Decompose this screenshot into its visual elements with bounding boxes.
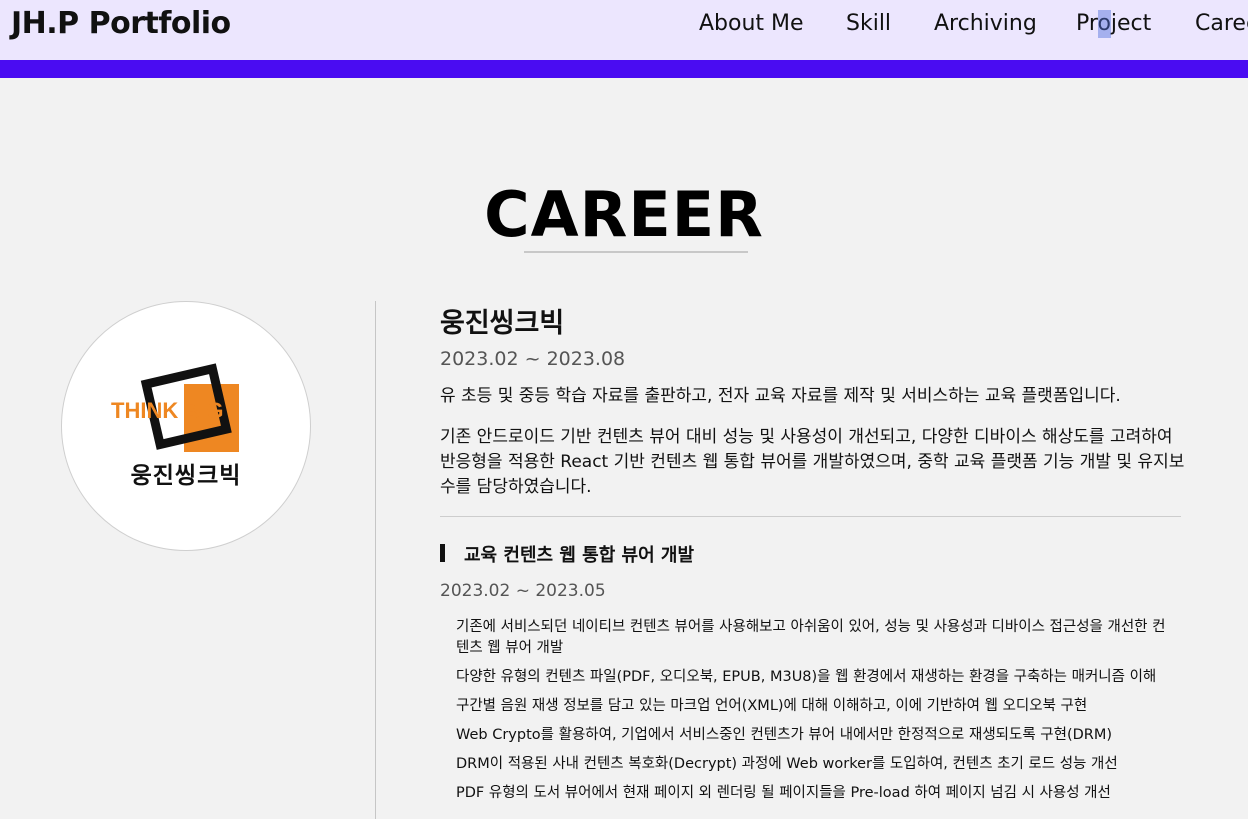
company-description: 유 초등 및 중등 학습 자료를 출판하고, 전자 교육 자료를 제작 및 서비… bbox=[440, 386, 1121, 406]
section-title-underline bbox=[524, 251, 748, 253]
list-item: Web Crypto를 활용하여, 기업에서 서비스중인 컨텐츠가 뷰어 내에서… bbox=[456, 727, 1113, 743]
main-nav: About Me Skill Archiving Project Caree bbox=[0, 11, 1248, 41]
think-big-logo-icon: THINK BIG bbox=[111, 363, 239, 452]
nav-link-archiving[interactable]: Archiving bbox=[934, 11, 1037, 36]
section-title: CAREER bbox=[484, 178, 764, 251]
employment-period: 2023.02 ~ 2023.08 bbox=[440, 348, 626, 370]
company-name: 웅진씽크빅 bbox=[440, 308, 565, 339]
list-item: 구간별 음원 재생 정보를 담고 있는 마크업 언어(XML)에 대해 이해하고… bbox=[456, 698, 1088, 714]
list-item: PDF 유형의 도서 뷰어에서 현재 페이지 외 렌더링 될 페이지들을 Pre… bbox=[456, 785, 1111, 801]
role-description: 기존 안드로이드 기반 컨텐츠 뷰어 대비 성능 및 사용성이 개선되고, 다양… bbox=[440, 427, 1185, 497]
timeline-divider bbox=[375, 301, 376, 819]
header-accent-bar bbox=[0, 60, 1248, 78]
nav-link-career[interactable]: Caree bbox=[1195, 11, 1248, 36]
section-divider bbox=[440, 516, 1181, 517]
nav-link-skill[interactable]: Skill bbox=[846, 11, 891, 36]
text-cursor-highlight bbox=[1098, 10, 1111, 38]
logo-caption: 웅진씽크빅 bbox=[130, 463, 242, 489]
project-title: 교육 컨텐츠 웹 통합 뷰어 개발 bbox=[464, 545, 695, 566]
nav-link-project[interactable]: Project bbox=[1076, 11, 1151, 36]
project-period: 2023.02 ~ 2023.05 bbox=[440, 581, 606, 601]
top-navigation-bar: JH.P Portfolio About Me Skill Archiving … bbox=[0, 0, 1248, 60]
project-task-list: 기존에 서비스되던 네이티브 컨텐츠 뷰어를 사용해보고 아쉬움이 있어, 성능… bbox=[456, 617, 1176, 812]
nav-link-about-me[interactable]: About Me bbox=[699, 11, 804, 36]
list-item: 기존에 서비스되던 네이티브 컨텐츠 뷰어를 사용해보고 아쉬움이 있어, 성능… bbox=[456, 619, 1166, 656]
list-item: DRM이 적용된 사내 컨텐츠 복호화(Decrypt) 과정에 Web wor… bbox=[456, 756, 1118, 772]
logo-wordmark: THINK BIG bbox=[111, 398, 223, 423]
project-title-marker bbox=[440, 544, 445, 562]
list-item: 다양한 유형의 컨텐츠 파일(PDF, 오디오북, EPUB, M3U8)을 웹… bbox=[456, 669, 1157, 685]
